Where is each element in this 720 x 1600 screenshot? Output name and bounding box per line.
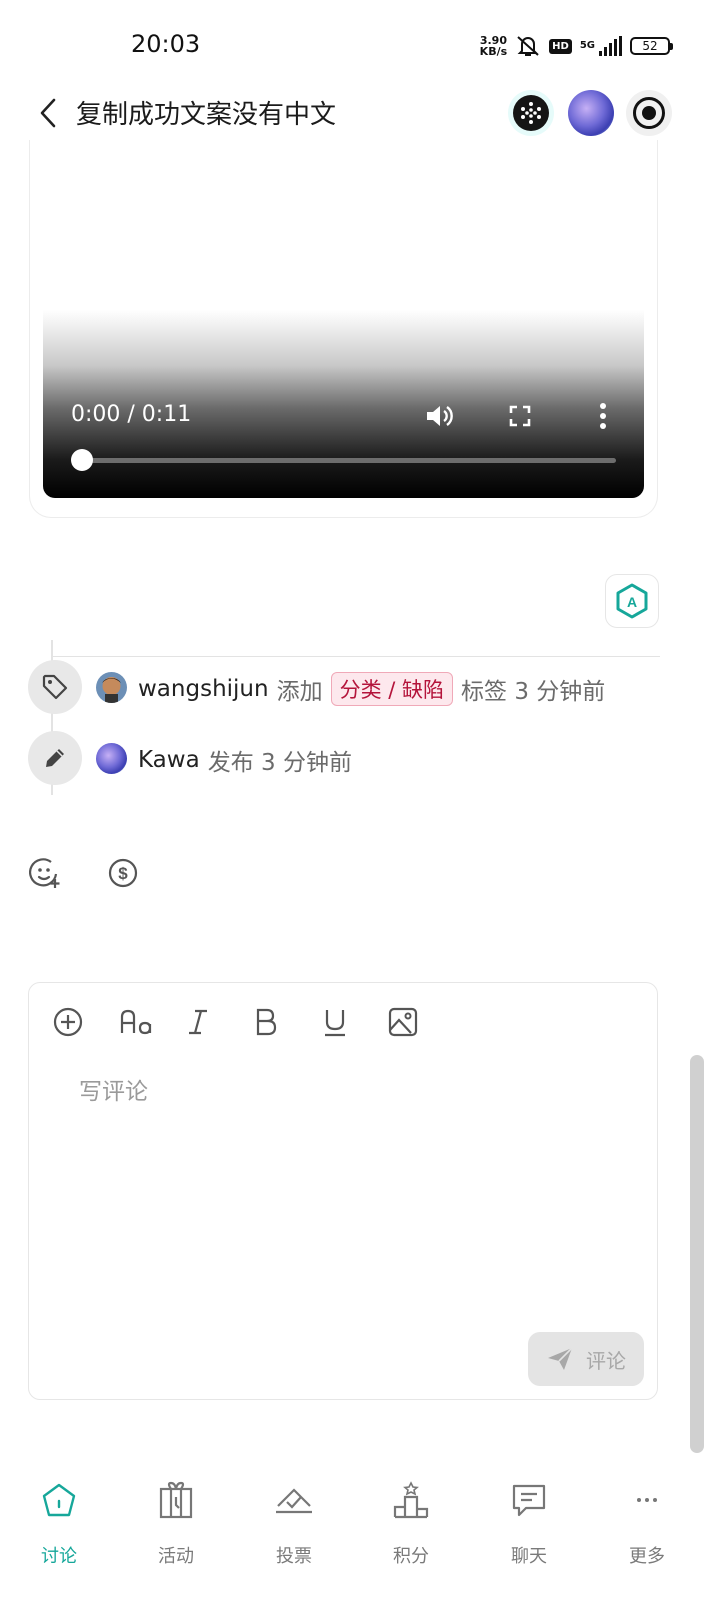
more-vertical-icon <box>600 403 606 429</box>
status-time: 20:03 <box>131 30 201 58</box>
more-icon <box>597 1478 697 1522</box>
hd-badge: HD <box>549 38 572 54</box>
text-style-button[interactable] <box>117 1003 155 1041</box>
gift-icon <box>126 1478 226 1522</box>
vote-icon <box>244 1478 344 1522</box>
avatar[interactable] <box>96 743 127 774</box>
nav-label: 积分 <box>393 1546 429 1567</box>
timeline-username[interactable]: wangshijun <box>138 676 269 702</box>
timeline-text: Kawa 发布 3 分钟前 <box>138 743 352 777</box>
avatar[interactable] <box>96 672 127 703</box>
page-title: 复制成功文案没有中文 <box>76 100 337 130</box>
signal-icon <box>599 36 622 56</box>
image-button[interactable] <box>384 1003 422 1041</box>
nav-item-discuss[interactable]: 讨论 <box>9 1478 109 1578</box>
bold-button[interactable] <box>247 1003 285 1041</box>
add-reaction-button[interactable] <box>28 856 62 890</box>
underline-icon <box>325 1010 345 1037</box>
send-icon <box>548 1347 573 1370</box>
app-grid-button[interactable] <box>508 90 554 136</box>
ai-hexagon-icon: A <box>616 583 648 619</box>
dots-grid-icon <box>513 95 549 131</box>
nav-item-points[interactable]: 积分 <box>361 1478 461 1578</box>
volume-icon <box>427 406 453 426</box>
italic-icon <box>189 1009 207 1035</box>
nav-label: 讨论 <box>41 1546 77 1567</box>
image-icon <box>388 1007 418 1037</box>
volume-button[interactable] <box>421 398 457 434</box>
status-bar: 20:03 3.90 KB/s HD 5G 52 <box>0 0 720 80</box>
video-time: 0:00 / 0:11 <box>71 402 192 427</box>
timeline-item-tag: wangshijun 添加 分类 / 缺陷 标签 3 分钟前 <box>28 660 688 714</box>
reward-button[interactable]: $ <box>106 856 140 890</box>
chevron-left-icon <box>40 98 56 128</box>
timeline-item-publish: Kawa 发布 3 分钟前 <box>28 731 688 785</box>
plus-circle-icon <box>53 1007 83 1037</box>
nav-label: 投票 <box>276 1546 312 1567</box>
italic-button[interactable] <box>179 1003 217 1041</box>
video-player[interactable]: 0:00 / 0:11 <box>43 140 644 498</box>
comment-input[interactable] <box>79 1079 619 1105</box>
nav-label: 活动 <box>158 1546 194 1567</box>
underline-button[interactable] <box>316 1003 354 1041</box>
nav-label: 聊天 <box>511 1546 547 1567</box>
status-icons: 3.90 KB/s HD 5G 52 <box>480 30 673 62</box>
bold-icon <box>256 1008 277 1036</box>
fullscreen-icon <box>509 405 531 427</box>
battery-icon: 52 <box>630 37 673 55</box>
nav-label: 更多 <box>629 1546 665 1567</box>
video-more-button[interactable] <box>585 398 621 434</box>
bottom-nav: 讨论 活动 投票 积分 聊天 更多 <box>0 1468 720 1600</box>
fullscreen-button[interactable] <box>502 398 538 434</box>
ai-assistant-button[interactable]: A <box>605 574 659 628</box>
nav-item-more[interactable]: 更多 <box>597 1478 697 1578</box>
net-speed-unit: KB/s <box>479 45 508 58</box>
record-icon <box>633 97 665 129</box>
timeline-action: 发布 3 分钟前 <box>207 750 352 776</box>
network-type: 5G <box>579 40 595 51</box>
video-progress-thumb[interactable] <box>71 449 93 471</box>
pencil-icon <box>28 731 82 785</box>
scrollbar[interactable] <box>690 1055 704 1453</box>
back-button[interactable] <box>34 96 62 130</box>
nav-item-chat[interactable]: 聊天 <box>479 1478 579 1578</box>
podium-icon <box>361 1478 461 1522</box>
video-card: 0:00 / 0:11 <box>29 140 658 518</box>
category-tag[interactable]: 分类 / 缺陷 <box>330 672 454 706</box>
svg-text:$: $ <box>118 864 128 883</box>
user-avatar[interactable] <box>568 90 614 136</box>
emoji-add-icon <box>29 858 60 888</box>
nav-item-activity[interactable]: 活动 <box>126 1478 226 1578</box>
submit-comment-label: 评论 <box>586 1348 626 1373</box>
video-progress-track[interactable] <box>79 458 616 463</box>
font-size-icon <box>120 1009 152 1035</box>
timeline-suffix: 标签 3 分钟前 <box>461 679 606 705</box>
chat-icon <box>479 1478 579 1522</box>
dollar-coin-icon: $ <box>108 858 138 888</box>
timeline-action: 添加 <box>276 679 323 705</box>
record-button[interactable] <box>626 90 672 136</box>
insert-button[interactable] <box>49 1003 87 1041</box>
nav-item-vote[interactable]: 投票 <box>244 1478 344 1578</box>
timeline-text: wangshijun 添加 分类 / 缺陷 标签 3 分钟前 <box>138 672 605 706</box>
svg-text:A: A <box>627 594 637 610</box>
section-divider <box>52 656 660 657</box>
net-speed: 3.90 KB/s <box>480 35 507 57</box>
submit-comment-button[interactable]: 评论 <box>528 1332 644 1386</box>
home-icon <box>9 1478 109 1522</box>
comment-editor: 评论 <box>28 982 658 1400</box>
mute-bell-icon <box>517 36 539 56</box>
timeline-username[interactable]: Kawa <box>138 747 200 773</box>
tag-icon <box>28 660 82 714</box>
